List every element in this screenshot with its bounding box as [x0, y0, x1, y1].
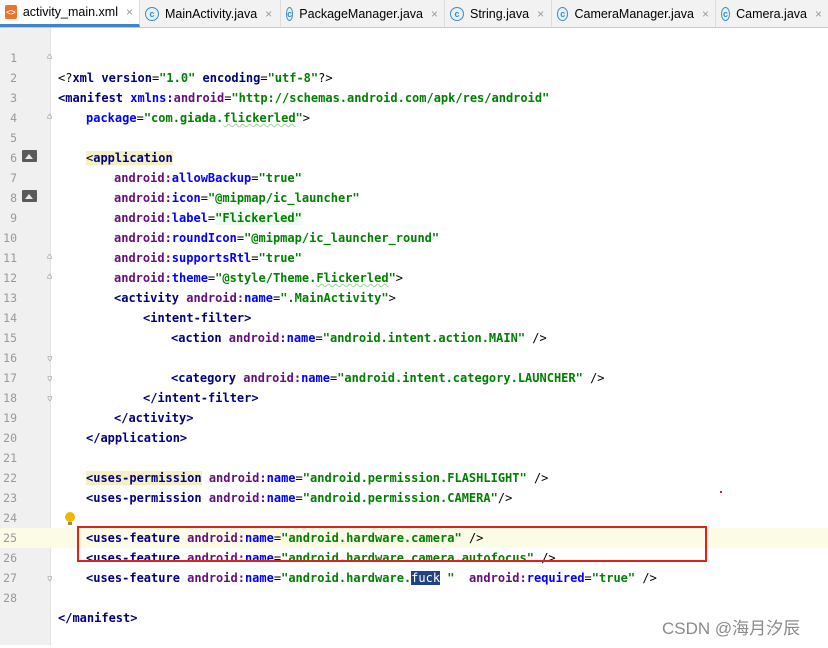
code-line: 3 package="com.giada.flickerled">	[0, 68, 828, 125]
tab-label: MainActivity.java	[165, 6, 258, 21]
code-line: 22 <uses-permission android:name="androi…	[0, 448, 828, 505]
close-icon[interactable]: ×	[431, 7, 438, 21]
code-line: 12 <activity android:name=".MainActivity…	[0, 248, 828, 305]
class-icon: c	[557, 6, 569, 21]
code-line: 16 <category android:name="android.inten…	[0, 328, 828, 385]
class-icon: c	[145, 6, 159, 21]
close-icon[interactable]: ×	[265, 7, 272, 21]
close-icon[interactable]: ×	[126, 5, 133, 19]
code-line: 13 <intent-filter>	[0, 268, 828, 325]
code-line: 8 android:label="Flickerled"	[0, 168, 828, 225]
line-number: 28	[3, 591, 17, 605]
close-icon[interactable]: ×	[702, 7, 709, 21]
code-line: 18 </activity>	[0, 368, 828, 425]
tab-mainactivity-java[interactable]: c MainActivity.java ×	[140, 0, 281, 27]
code-line: 5 <application	[0, 108, 828, 165]
tab-packagemanager-java[interactable]: c PackageManager.java ×	[281, 0, 445, 27]
code-line: 21 <uses-permission android:name="androi…	[0, 428, 828, 485]
code-line: 9 android:roundIcon="@mipmap/ic_launcher…	[0, 188, 828, 245]
code-line: 11 android:theme="@style/Theme.Flickerle…	[0, 228, 828, 285]
tab-label: CameraManager.java	[574, 6, 694, 21]
tab-camera-java[interactable]: c Camera.java ×	[716, 0, 828, 27]
code-line: 28 </manifest>	[0, 568, 828, 625]
class-icon: c	[450, 6, 464, 21]
tab-label: Camera.java	[736, 6, 807, 21]
class-icon: c	[286, 6, 294, 21]
code-line: 6 android:allowBackup="true"	[0, 128, 828, 185]
tab-label: PackageManager.java	[299, 6, 423, 21]
tab-label: String.java	[470, 6, 530, 21]
code-line: 20	[0, 408, 828, 445]
code-line: 17 </intent-filter>	[0, 348, 828, 405]
close-icon[interactable]: ×	[537, 7, 544, 21]
code-editor[interactable]: ⌂ ⌂ ⌂ ⌂ ⌂ ⌂ ⌂ ⌂ 1 <?xml version="1.0" en…	[0, 28, 828, 645]
class-icon: c	[721, 6, 731, 21]
code-line: 1 <?xml version="1.0" encoding="utf-8"?>	[0, 28, 828, 85]
code-line: 10 android:supportsRtl="true"	[0, 208, 828, 265]
code-line: 24 <uses-feature android:name="android.h…	[0, 488, 828, 545]
code-line: 2 <manifest xmlns:android="http://schema…	[0, 48, 828, 105]
close-icon[interactable]: ×	[815, 7, 822, 21]
tab-string-java[interactable]: c String.java ×	[445, 0, 552, 27]
tab-activity-main-xml[interactable]: <> activity_main.xml ×	[0, 0, 140, 27]
code-line: 15	[0, 308, 828, 345]
code-line: 4	[0, 88, 828, 125]
annotation-dot	[720, 491, 722, 493]
code-line: 23	[0, 468, 828, 505]
editor-tab-bar: <> activity_main.xml × c MainActivity.ja…	[0, 0, 828, 28]
xml-file-icon: <>	[5, 5, 17, 19]
code-line: 14 <action android:name="android.intent.…	[0, 288, 828, 345]
annotation-highlight-box	[77, 526, 707, 562]
watermark: CSDN @海月汐辰	[662, 619, 801, 638]
code-line: 19 </application>	[0, 388, 828, 445]
code-line: 25 <uses-feature android:name="android.h…	[0, 508, 828, 565]
code-text: </manifest>	[58, 611, 138, 625]
tab-cameramanager-java[interactable]: c CameraManager.java ×	[552, 0, 716, 27]
tab-label: activity_main.xml	[22, 5, 118, 19]
code-line: 7 android:icon="@mipmap/ic_launcher"	[0, 148, 828, 205]
